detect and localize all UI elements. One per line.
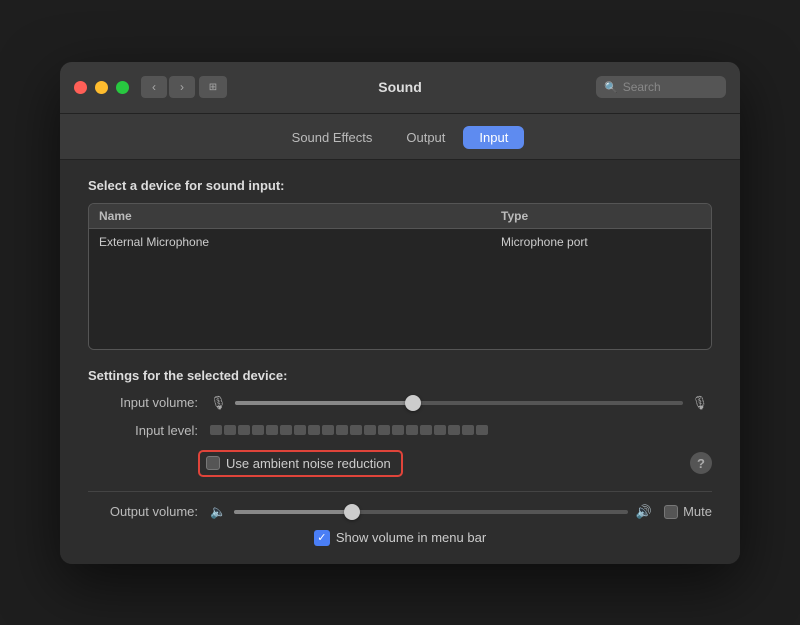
close-button[interactable] (74, 81, 87, 94)
level-seg-17 (434, 425, 446, 435)
level-seg-12 (364, 425, 376, 435)
device-name-cell: External Microphone (99, 235, 501, 249)
mute-area: Mute (664, 504, 712, 519)
divider (88, 491, 712, 492)
main-content: Select a device for sound input: Name Ty… (60, 160, 740, 564)
menu-bar-label: Show volume in menu bar (336, 530, 486, 545)
search-placeholder: Search (623, 80, 661, 94)
level-seg-7 (294, 425, 306, 435)
menu-bar-row: ✓ Show volume in menu bar (88, 530, 712, 546)
mute-checkbox[interactable] (664, 505, 678, 519)
mic-low-icon: 🎙 (210, 395, 227, 411)
tab-output[interactable]: Output (390, 126, 461, 149)
input-level-meter (210, 425, 708, 435)
mic-high-icon: 🎙 (691, 395, 708, 411)
menu-bar-checkbox[interactable]: ✓ (314, 530, 330, 546)
window-title: Sound (378, 79, 422, 95)
device-table: Name Type External Microphone Microphone… (88, 203, 712, 350)
input-volume-slider[interactable] (235, 401, 684, 405)
tab-sound-effects[interactable]: Sound Effects (276, 126, 389, 149)
noise-reduction-row: Use ambient noise reduction ? (88, 450, 712, 477)
grid-button[interactable]: ⊞ (199, 76, 227, 98)
input-level-row: Input level: (88, 423, 712, 438)
level-seg-18 (448, 425, 460, 435)
level-seg-5 (266, 425, 278, 435)
settings-section-title: Settings for the selected device: (88, 368, 712, 383)
noise-reduction-label: Use ambient noise reduction (226, 456, 391, 471)
device-type-cell: Microphone port (501, 235, 701, 249)
table-header: Name Type (89, 204, 711, 229)
output-volume-label: Output volume: (88, 504, 198, 519)
input-volume-label: Input volume: (88, 395, 198, 410)
level-seg-16 (420, 425, 432, 435)
level-seg-4 (252, 425, 264, 435)
level-seg-13 (378, 425, 390, 435)
volume-high-icon: 🔊 (636, 504, 652, 520)
output-volume-row: Output volume: 🔈 🔊 Mute (88, 504, 712, 520)
level-seg-20 (476, 425, 488, 435)
volume-low-icon: 🔈 (210, 504, 226, 520)
tabs-bar: Sound Effects Output Input (60, 114, 740, 160)
search-icon: 🔍 (604, 81, 618, 94)
traffic-lights (74, 81, 129, 94)
level-seg-11 (350, 425, 362, 435)
minimize-button[interactable] (95, 81, 108, 94)
nav-buttons: ‹ › (141, 76, 195, 98)
level-seg-10 (336, 425, 348, 435)
sound-preferences-window: ‹ › ⊞ Sound 🔍 Search Sound Effects Outpu… (60, 62, 740, 564)
forward-button[interactable]: › (169, 76, 195, 98)
noise-reduction-checkbox[interactable] (206, 456, 220, 470)
level-seg-19 (462, 425, 474, 435)
level-seg-3 (238, 425, 250, 435)
level-seg-1 (210, 425, 222, 435)
table-body: External Microphone Microphone port (89, 229, 711, 349)
search-box[interactable]: 🔍 Search (596, 76, 726, 98)
level-seg-15 (406, 425, 418, 435)
level-seg-8 (308, 425, 320, 435)
zoom-button[interactable] (116, 81, 129, 94)
titlebar: ‹ › ⊞ Sound 🔍 Search (60, 62, 740, 114)
settings-section: Settings for the selected device: Input … (88, 368, 712, 546)
input-level-label: Input level: (88, 423, 198, 438)
noise-reduction-checkbox-area: Use ambient noise reduction (198, 450, 403, 477)
back-button[interactable]: ‹ (141, 76, 167, 98)
input-volume-row: Input volume: 🎙 🎙 (88, 395, 712, 411)
level-seg-2 (224, 425, 236, 435)
help-button[interactable]: ? (690, 452, 712, 474)
col-type-header: Type (501, 209, 701, 223)
col-name-header: Name (99, 209, 501, 223)
level-seg-6 (280, 425, 292, 435)
tab-input[interactable]: Input (463, 126, 524, 149)
device-section-title: Select a device for sound input: (88, 178, 712, 193)
level-seg-14 (392, 425, 404, 435)
output-volume-slider[interactable] (234, 510, 628, 514)
level-seg-9 (322, 425, 334, 435)
mute-label: Mute (683, 504, 712, 519)
table-row[interactable]: External Microphone Microphone port (89, 229, 711, 255)
